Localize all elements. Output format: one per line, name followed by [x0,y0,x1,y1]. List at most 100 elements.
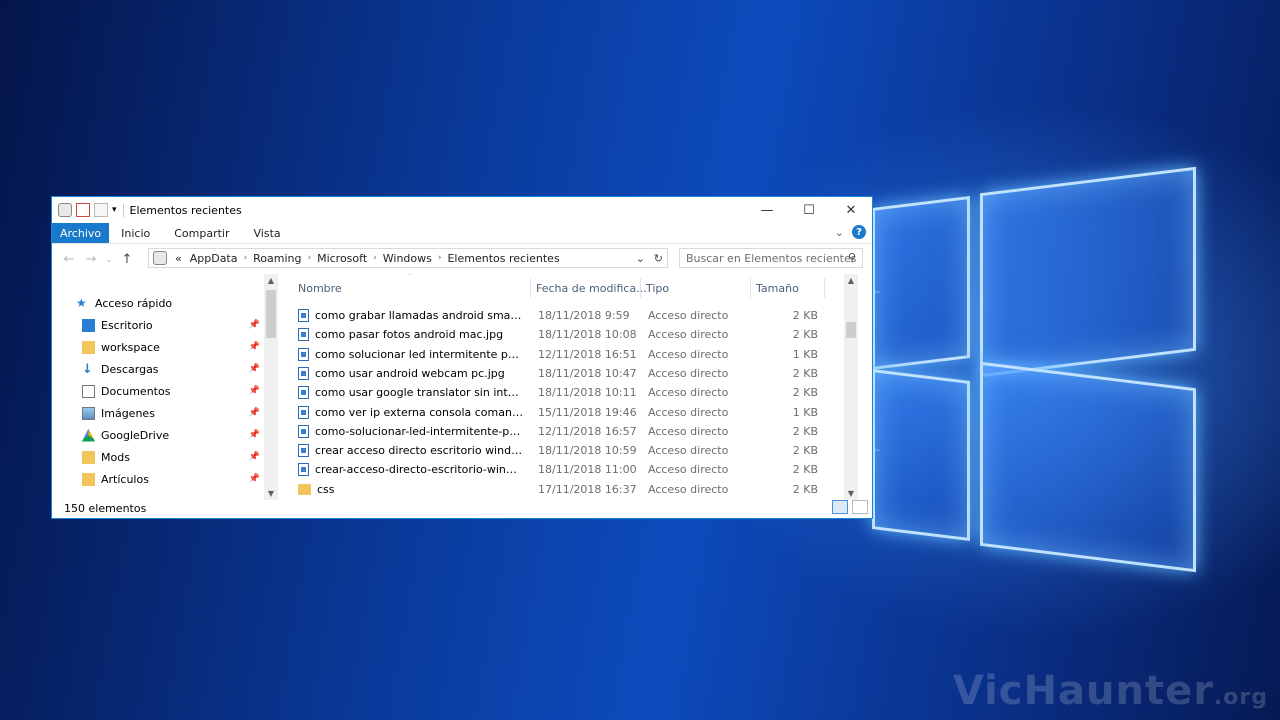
column-divider[interactable] [824,278,825,298]
pin-icon[interactable]: 📌 [249,386,260,396]
address-bar[interactable]: « AppData › Roaming › Microsoft › Window… [148,248,668,268]
breadcrumb-microsoft[interactable]: Microsoft [313,252,371,265]
file-row[interactable]: como pasar fotos android mac.jpg 18/11/20… [298,325,858,344]
expand-ribbon-icon[interactable]: ⌄ [835,226,844,239]
breadcrumb-appdata[interactable]: AppData [186,252,242,265]
watermark-logo: VicHaunter.org [952,668,1268,714]
scroll-up-icon[interactable]: ▲ [264,276,278,285]
nav-item-escritorio[interactable]: Escritorio 📌 [52,314,278,336]
column-divider[interactable] [530,278,531,298]
tab-compartir[interactable]: Compartir [162,223,241,243]
file-row[interactable]: como ver ip externa consola comandos p..… [298,403,858,422]
search-input[interactable]: Buscar en Elementos recientes ⚲ [679,248,863,268]
pin-icon[interactable]: 📌 [249,474,260,484]
windows-logo-pane [980,166,1196,378]
pin-icon[interactable]: 📌 [249,430,260,440]
file-list: ⌃ Nombre Fecha de modifica... Tipo Tamañ… [284,274,860,500]
scroll-up-icon[interactable]: ▲ [844,276,858,285]
folder-icon [82,472,95,486]
column-divider[interactable] [750,278,751,298]
file-date: 12/11/2018 16:51 [538,347,637,361]
file-row[interactable]: crear-acceso-directo-escritorio-windows.… [298,460,858,479]
breadcrumb-overflow[interactable]: « [171,252,186,265]
forward-icon[interactable]: → [80,252,102,267]
properties-icon[interactable] [76,203,90,217]
nav-item-mods[interactable]: Mods 📌 [52,446,278,468]
file-scrollbar[interactable]: ▲ ▼ [844,274,858,500]
location-icon [153,251,167,265]
file-explorer-window: ▾ Elementos recientes — ☐ ✕ Archivo Inic… [51,196,873,519]
file-row[interactable]: css 17/11/2018 16:37 Acceso directo 2 KB [298,480,858,499]
nav-item-acceso-rapido[interactable]: ★ Acceso rápido [52,292,278,314]
shortcut-file-icon [298,424,309,438]
content-area: ★ Acceso rápido Escritorio 📌 workspace 📌… [52,274,872,500]
file-date: 18/11/2018 9:59 [538,309,630,322]
file-name: css [317,482,335,496]
nav-scrollbar-thumb[interactable] [266,290,276,338]
new-folder-icon[interactable] [94,203,108,217]
customize-toolbar-icon[interactable]: ▾ [112,205,117,215]
breadcrumb-windows[interactable]: Windows [379,252,436,265]
breadcrumb-elementos-recientes[interactable]: Elementos recientes [443,252,563,265]
breadcrumb-roaming[interactable]: Roaming [249,252,305,265]
nav-item-googledrive[interactable]: GoogleDrive 📌 [52,424,278,446]
pin-icon[interactable]: 📌 [249,320,260,330]
shortcut-file-icon [298,309,309,322]
back-icon[interactable]: ← [58,252,80,267]
breadcrumb-separator-icon[interactable]: › [436,253,444,263]
pin-icon[interactable]: 📌 [249,452,260,462]
large-icons-view-button[interactable] [852,500,868,514]
pin-icon[interactable]: 📌 [249,342,260,352]
nav-scrollbar[interactable]: ▲ ▼ [264,274,278,500]
breadcrumb-separator-icon[interactable]: › [371,253,379,263]
close-button[interactable]: ✕ [830,197,872,223]
file-type: Acceso directo [648,405,729,419]
file-date: 18/11/2018 10:59 [538,444,637,458]
column-header-nombre[interactable]: Nombre [298,282,342,295]
address-dropdown-icon[interactable]: ⌄ [636,252,645,265]
documents-icon [82,384,95,398]
breadcrumb-separator-icon[interactable]: › [242,253,250,263]
minimize-button[interactable]: — [746,197,788,223]
nav-item-descargas[interactable]: ↓ Descargas 📌 [52,358,278,380]
search-icon[interactable]: ⚲ [848,251,856,264]
file-row[interactable]: como usar google translator sin internet… [298,383,858,402]
column-header-tamano[interactable]: Tamaño [756,282,799,295]
nav-item-workspace[interactable]: workspace 📌 [52,336,278,358]
details-view-button[interactable] [832,500,848,514]
scroll-down-icon[interactable]: ▼ [844,489,858,498]
tab-inicio[interactable]: Inicio [109,223,162,243]
pin-icon[interactable]: 📌 [249,364,260,374]
file-date: 12/11/2018 16:57 [538,424,637,438]
nav-item-imagenes[interactable]: Imágenes 📌 [52,402,278,424]
column-header-tipo[interactable]: Tipo [646,282,669,295]
up-icon[interactable]: ↑ [116,252,138,267]
recent-locations-icon[interactable]: ⌄ [102,255,116,264]
file-scrollbar-thumb[interactable] [846,322,856,338]
file-row[interactable]: como grabar llamadas android smartpho...… [298,306,858,325]
nav-item-articulos[interactable]: Artículos 📌 [52,468,278,490]
file-type: Acceso directo [648,444,729,458]
file-date: 18/11/2018 10:47 [538,366,637,380]
tab-archivo[interactable]: Archivo [52,223,110,243]
file-row[interactable]: crear acceso directo escritorio windows … [298,441,858,460]
nav-item-documentos[interactable]: Documentos 📌 [52,380,278,402]
folder-icon [298,483,311,495]
scroll-down-icon[interactable]: ▼ [264,489,278,498]
column-divider[interactable] [640,278,641,298]
pin-icon[interactable]: 📌 [249,408,260,418]
folder-icon [82,450,95,464]
file-type: Acceso directo [648,463,729,477]
file-date: 18/11/2018 11:00 [538,463,637,477]
file-row[interactable]: como solucionar led intermitente parpad.… [298,345,858,364]
breadcrumb-separator-icon[interactable]: › [305,253,313,263]
file-date: 15/11/2018 19:46 [538,405,637,419]
column-header-fecha[interactable]: Fecha de modifica... [536,282,647,295]
refresh-icon[interactable]: ↻ [654,252,663,265]
file-row[interactable]: como usar android webcam pc.jpg 18/11/201… [298,364,858,383]
maximize-button[interactable]: ☐ [788,197,830,223]
file-row[interactable]: como-solucionar-led-intermitente-parpa..… [298,422,858,441]
download-icon: ↓ [82,361,93,377]
tab-vista[interactable]: Vista [242,223,293,243]
help-icon[interactable]: ? [852,225,866,239]
